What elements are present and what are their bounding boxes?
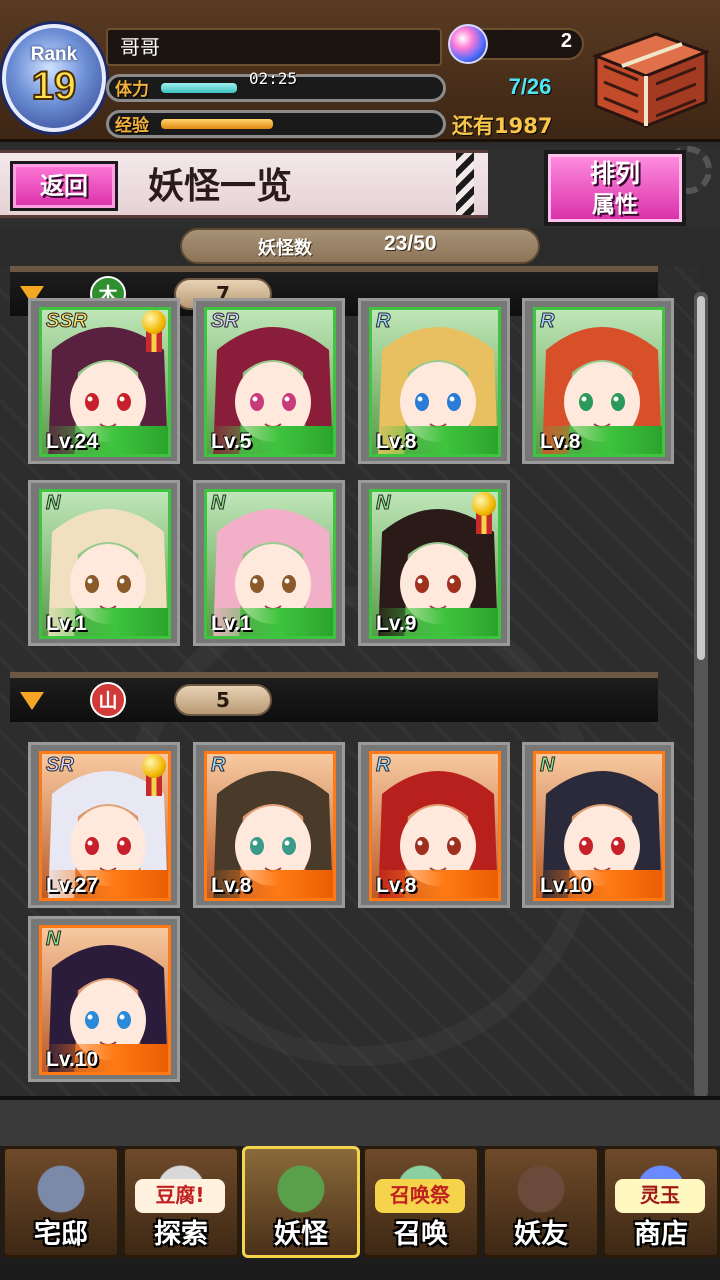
medal-icon bbox=[142, 310, 166, 354]
yokai-portrait: N Lv.1 bbox=[204, 489, 336, 639]
nav-tag: 豆腐! bbox=[135, 1179, 225, 1213]
yokai-card[interactable]: SSR Lv.24 bbox=[28, 298, 180, 464]
level-label: Lv.8 bbox=[211, 874, 252, 897]
nav-label: 探索 bbox=[154, 1219, 208, 1250]
scrollbar-thumb[interactable] bbox=[697, 296, 705, 660]
stamina-label: 体力 bbox=[115, 80, 149, 100]
yokai-card[interactable]: N Lv.10 bbox=[522, 742, 674, 908]
yokai-portrait: R Lv.8 bbox=[204, 751, 336, 901]
nav-tofu-explore[interactable]: 豆腐! 探索 bbox=[122, 1146, 240, 1258]
nav-label: 商店 bbox=[634, 1219, 688, 1250]
nav-tag: 灵玉 bbox=[615, 1179, 705, 1213]
rarity-badge: R bbox=[539, 310, 555, 333]
level-label: Lv.24 bbox=[46, 430, 99, 453]
rarity-badge: N bbox=[45, 928, 61, 951]
yokai-portrait: N Lv.10 bbox=[39, 925, 171, 1075]
yokai-portrait: SSR Lv.24 bbox=[39, 307, 171, 457]
yokai-portrait: R Lv.8 bbox=[369, 307, 501, 457]
rarity-badge: SR bbox=[46, 754, 75, 777]
stamina-timer: 02:25 bbox=[249, 69, 298, 88]
rarity-badge: N bbox=[210, 492, 226, 515]
title-row: 返回 妖怪一览 排列 属性 bbox=[0, 146, 720, 228]
gem-count: 2 bbox=[560, 30, 572, 52]
yokai-card[interactable]: R Lv.8 bbox=[193, 742, 345, 908]
level-label: Lv.10 bbox=[540, 874, 593, 897]
yokai-card[interactable]: SR Lv.5 bbox=[193, 298, 345, 464]
yokai-card[interactable]: SR Lv.27 bbox=[28, 742, 180, 908]
stamina-bar: 体力 02:25 bbox=[106, 69, 446, 102]
yokai-count-pill: 妖怪数 23/50 bbox=[180, 228, 540, 264]
nav-orb-shop[interactable]: 灵玉 商店 bbox=[602, 1146, 720, 1258]
yokai-card[interactable]: R Lv.8 bbox=[522, 298, 674, 464]
yokai-portrait: N Lv.1 bbox=[39, 489, 171, 639]
yokai-card[interactable]: N Lv.10 bbox=[28, 916, 180, 1082]
nav-summon-star[interactable]: 召唤祭 召唤 bbox=[362, 1146, 480, 1258]
level-label: Lv.10 bbox=[46, 1048, 99, 1071]
level-label: Lv.27 bbox=[46, 874, 99, 897]
yokai-portrait: R Lv.8 bbox=[369, 751, 501, 901]
exp-remaining: 还有1987 bbox=[452, 114, 553, 138]
sort-attribute-button[interactable]: 排列 属性 bbox=[544, 150, 686, 226]
rarity-badge: N bbox=[539, 754, 555, 777]
nav-label: 宅邸 bbox=[34, 1219, 88, 1250]
spirit-orb-icon bbox=[448, 24, 488, 64]
nav-mansion[interactable]: 宅邸 bbox=[2, 1146, 120, 1258]
medal-icon bbox=[142, 754, 166, 798]
rank-badge[interactable]: Rank 19 bbox=[2, 24, 106, 132]
yokai-card[interactable]: R Lv.8 bbox=[358, 298, 510, 464]
yokai-card[interactable]: N Lv.9 bbox=[358, 480, 510, 646]
level-label: Lv.1 bbox=[46, 612, 87, 635]
section-count: 5 bbox=[174, 684, 272, 716]
medal-icon bbox=[472, 492, 496, 536]
rank-value: 19 bbox=[31, 64, 78, 108]
nav-label: 妖友 bbox=[514, 1219, 568, 1250]
rarity-badge: SR bbox=[211, 310, 240, 333]
yokai-count-value: 23/50 bbox=[384, 232, 437, 255]
yokai-list[interactable]: 木 7 SSR Lv.24 SR Lv.5 R Lv.8 R Lv.8 N Lv.1 N Lv.1 N Lv.… bbox=[0, 266, 700, 1096]
attribute-icon: 山 bbox=[90, 682, 126, 718]
yokai-portrait: SR Lv.27 bbox=[39, 751, 171, 901]
collapse-arrow-icon[interactable] bbox=[20, 692, 44, 710]
yokai-portrait: R Lv.8 bbox=[533, 307, 665, 457]
yokai-card[interactable]: N Lv.1 bbox=[193, 480, 345, 646]
section-header[interactable]: 山5 bbox=[10, 672, 658, 722]
status-header: Rank 19 哥哥 体力 02:25 经验 2 7/26 还有1987 bbox=[0, 0, 720, 142]
back-button[interactable]: 返回 bbox=[10, 161, 118, 211]
rarity-badge: R bbox=[375, 310, 391, 333]
level-label: Lv.8 bbox=[376, 874, 417, 897]
yokai-portrait: N Lv.10 bbox=[533, 751, 665, 901]
level-label: Lv.8 bbox=[376, 430, 417, 453]
nav-label: 召唤 bbox=[394, 1219, 448, 1250]
yokai-portrait: N Lv.9 bbox=[369, 489, 501, 639]
yokai-card[interactable]: N Lv.1 bbox=[28, 480, 180, 646]
title-banner: 返回 妖怪一览 bbox=[0, 150, 488, 218]
treasure-chest-icon[interactable] bbox=[586, 26, 712, 130]
exp-label: 经验 bbox=[115, 116, 149, 136]
level-label: Lv.8 bbox=[540, 430, 581, 453]
rarity-badge: R bbox=[210, 754, 226, 777]
nav-scroll[interactable]: 妖怪 bbox=[242, 1146, 360, 1258]
exp-bar: 经验 bbox=[106, 110, 446, 138]
yokai-count-label: 妖怪数 bbox=[258, 238, 312, 259]
yokai-card[interactable]: R Lv.8 bbox=[358, 742, 510, 908]
level-label: Lv.1 bbox=[211, 612, 252, 635]
nav-catgirl-friend[interactable]: 妖友 bbox=[482, 1146, 600, 1258]
nav-label: 妖怪 bbox=[274, 1219, 328, 1250]
rarity-badge: N bbox=[375, 492, 391, 515]
stamina-fill bbox=[161, 83, 237, 93]
player-name: 哥哥 bbox=[106, 28, 442, 66]
sort-mode-label: 属性 bbox=[592, 192, 638, 218]
level-label: Lv.9 bbox=[376, 612, 417, 635]
exp-fill bbox=[161, 119, 273, 129]
nav-tag: 召唤祭 bbox=[375, 1179, 465, 1213]
level-label: Lv.5 bbox=[211, 430, 252, 453]
rarity-badge: SSR bbox=[45, 310, 88, 333]
stamina-count: 7/26 bbox=[508, 74, 552, 99]
page-title: 妖怪一览 bbox=[148, 165, 293, 207]
rarity-badge: N bbox=[45, 492, 61, 515]
yokai-portrait: SR Lv.5 bbox=[204, 307, 336, 457]
sort-label: 排列 bbox=[589, 159, 640, 188]
rarity-badge: R bbox=[375, 754, 391, 777]
rank-label: Rank bbox=[30, 44, 78, 65]
